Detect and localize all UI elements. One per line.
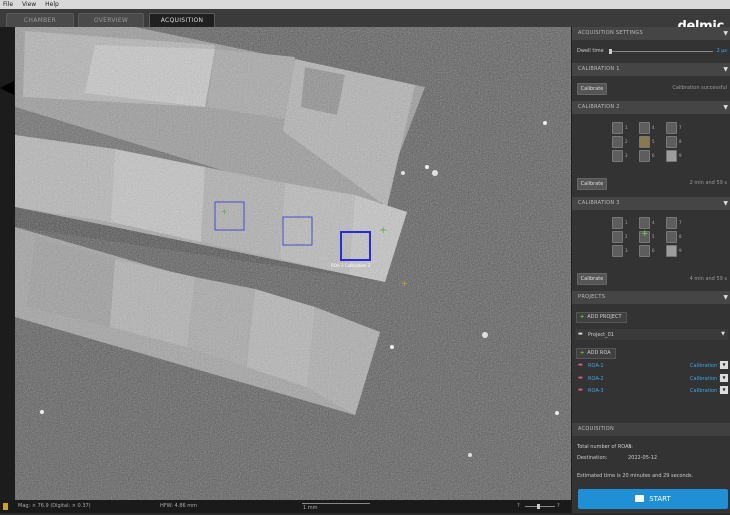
dropdown-icon[interactable]: ▼ xyxy=(720,374,728,382)
roa-name[interactable]: ROA-2 xyxy=(588,376,604,382)
calib2-cell[interactable] xyxy=(666,150,677,162)
menu-bar: File View Help xyxy=(0,0,730,9)
minus-icon[interactable]: ▬ xyxy=(578,331,583,337)
calib2-cell[interactable] xyxy=(612,150,623,162)
status-bar: Mag: × 76.9 (Digital: × 0.37) HFW: 4.86 … xyxy=(0,500,571,513)
calibrate-3-button[interactable]: Calibrate xyxy=(577,273,607,285)
magnification-text: Mag: × 76.9 (Digital: × 0.37) xyxy=(18,503,91,509)
menu-view[interactable]: View xyxy=(22,1,36,8)
tab-bar: CHAMBER OVERVIEW ACQUISITION delmic xyxy=(0,9,730,34)
plus-icon: + xyxy=(580,350,585,356)
roa-row[interactable]: ▬ ROA-2 Calibration 3 ▼ xyxy=(576,373,728,384)
calib2-header[interactable]: CALIBRATION 2 ▼ xyxy=(572,101,730,114)
chevron-down-icon[interactable]: ▼ xyxy=(723,197,728,210)
calib-marker-2: + xyxy=(379,225,387,236)
calib3-time: 4 min and 59 s xyxy=(689,276,727,282)
project-name[interactable]: Project_01 xyxy=(588,332,614,338)
calib2-cell[interactable] xyxy=(612,136,623,148)
collapse-arrow-icon[interactable] xyxy=(0,81,14,95)
acq-settings-header[interactable]: ACQUISITION SETTINGS ▼ xyxy=(572,27,730,40)
chevron-down-icon[interactable]: ▼ xyxy=(723,291,728,304)
calib-marker-3: + xyxy=(401,279,408,288)
remove-icon[interactable]: ▬ xyxy=(578,375,583,381)
calib3-cell[interactable] xyxy=(666,217,677,229)
calib3-cell[interactable] xyxy=(666,231,677,243)
scale-text: 1 mm xyxy=(303,505,318,511)
calib3-cell[interactable] xyxy=(639,217,650,229)
remove-icon[interactable]: ▬ xyxy=(578,362,583,368)
calib2-time: 2 min and 59 s xyxy=(689,180,727,186)
zoom-slider[interactable] xyxy=(525,506,555,507)
roa-calibration[interactable]: Calibration 3 xyxy=(690,388,722,394)
menu-help[interactable]: Help xyxy=(45,1,59,8)
start-button[interactable]: START xyxy=(578,489,728,509)
calib3-cell[interactable] xyxy=(612,231,623,243)
roa-row[interactable]: ▬ ROA-1 Calibration 1 ▼ xyxy=(576,360,728,371)
calib2-cell-selected[interactable] xyxy=(639,136,650,148)
roa-3-label: ROA-3 Calibration 3 xyxy=(331,263,371,268)
dwell-time-value[interactable]: 2 μs xyxy=(716,48,727,54)
hfw-text: HFW: 4.86 mm xyxy=(160,503,198,509)
calib3-cell[interactable] xyxy=(639,245,650,257)
roa-name[interactable]: ROA-1 xyxy=(588,363,604,369)
project-row[interactable]: ▬ Project_01 ▼ xyxy=(576,329,728,340)
calib2-cell[interactable] xyxy=(666,122,677,134)
add-roa-button[interactable]: + ADD ROA xyxy=(576,348,616,359)
projects-header[interactable]: PROJECTS ▼ xyxy=(572,291,730,304)
sem-image: ROA-3 Calibration 3 + + + xyxy=(15,27,571,500)
calib3-cell[interactable] xyxy=(612,245,623,257)
tab-acquisition[interactable]: ACQUISITION xyxy=(149,13,215,28)
roa-calibration[interactable]: Calibration 1 xyxy=(690,363,722,369)
calib3-cell[interactable] xyxy=(666,245,677,257)
help-icon[interactable]: ? xyxy=(517,500,520,513)
roa-row[interactable]: ▬ ROA-3 Calibration 3 ▼ xyxy=(576,385,728,396)
dwell-time-label: Dwell time xyxy=(577,48,604,54)
calib-marker-1: + xyxy=(221,207,228,216)
dwell-time-slider-handle[interactable] xyxy=(609,49,612,54)
tab-chamber[interactable]: CHAMBER xyxy=(6,13,74,28)
calib2-cell[interactable] xyxy=(612,122,623,134)
calib2-cell[interactable] xyxy=(666,136,677,148)
plus-icon: + xyxy=(580,314,585,320)
left-toolbar xyxy=(0,27,15,500)
zoom-help-icon[interactable]: ? xyxy=(557,500,560,513)
settings-panel: ACQUISITION SETTINGS ▼ Dwell time 2 μs C… xyxy=(571,27,730,513)
total-roas-value: 3 xyxy=(628,444,632,450)
stream-indicator-icon[interactable] xyxy=(3,503,8,510)
calib1-status: Calibration successful xyxy=(672,85,727,91)
calib1-header[interactable]: CALIBRATION 1 ▼ xyxy=(572,63,730,76)
add-project-button[interactable]: + ADD PROJECT xyxy=(576,312,627,323)
calibrate-1-button[interactable]: Calibrate xyxy=(577,83,607,95)
dropdown-icon[interactable]: ▼ xyxy=(720,386,728,394)
calib2-cell[interactable] xyxy=(639,122,650,134)
estimated-time: Estimated time is 20 minutes and 29 seco… xyxy=(577,473,694,479)
sem-image-viewer[interactable]: ROA-3 Calibration 3 + + + xyxy=(15,27,571,500)
destination-label: Destination: xyxy=(577,455,608,461)
calib3-header[interactable]: CALIBRATION 3 ▼ xyxy=(572,197,730,210)
remove-icon[interactable]: ▬ xyxy=(578,387,583,393)
zoom-slider-handle[interactable] xyxy=(537,504,540,509)
calib3-cell[interactable] xyxy=(612,217,623,229)
chevron-down-icon[interactable]: ▼ xyxy=(723,27,728,40)
menu-file[interactable]: File xyxy=(3,1,13,8)
camera-icon xyxy=(635,494,645,502)
total-roas-label: Total number of ROAs: xyxy=(577,444,633,450)
dropdown-icon[interactable]: ▼ xyxy=(720,361,728,369)
tab-overview[interactable]: OVERVIEW xyxy=(78,13,144,28)
calib-target-icon: + xyxy=(641,229,649,239)
dwell-time-slider[interactable] xyxy=(609,51,713,52)
roa-name[interactable]: ROA-3 xyxy=(588,388,604,394)
chevron-down-icon[interactable]: ▼ xyxy=(721,331,725,337)
chevron-down-icon[interactable]: ▼ xyxy=(723,101,728,114)
chevron-down-icon[interactable]: ▼ xyxy=(723,63,728,76)
calibrate-2-button[interactable]: Calibrate xyxy=(577,178,607,190)
acquisition-header: ACQUISITION xyxy=(572,423,730,436)
destination-value[interactable]: 2022-05-12 xyxy=(628,455,657,461)
roa-calibration[interactable]: Calibration 3 xyxy=(690,376,722,382)
calib2-cell[interactable] xyxy=(639,150,650,162)
